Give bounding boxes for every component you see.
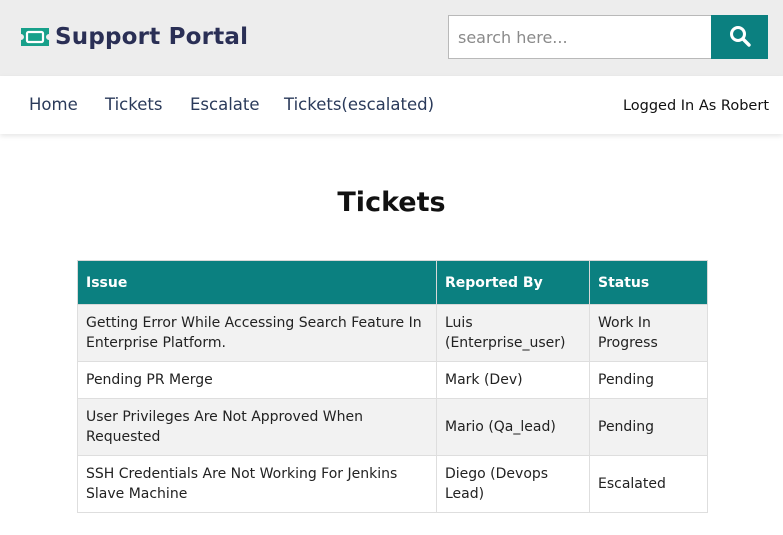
cell-reported-by: Mark (Dev) bbox=[436, 361, 590, 399]
cell-issue: SSH Credentials Are Not Working For Jenk… bbox=[77, 455, 437, 513]
ticket-icon bbox=[19, 26, 51, 48]
cell-issue: Getting Error While Accessing Search Fea… bbox=[77, 304, 437, 362]
cell-status: Work In Progress bbox=[589, 304, 708, 362]
search-input[interactable] bbox=[448, 15, 711, 59]
table-header-row: Issue Reported By Status bbox=[77, 260, 708, 305]
brand-title: Support Portal bbox=[55, 24, 249, 50]
cell-reported-by: Mario (Qa_lead) bbox=[436, 398, 590, 456]
search-button[interactable] bbox=[711, 15, 768, 59]
brand[interactable]: Support Portal bbox=[19, 22, 248, 52]
page-title: Tickets bbox=[337, 187, 446, 218]
column-header-reported-by: Reported By bbox=[436, 260, 590, 305]
column-header-issue: Issue bbox=[77, 260, 437, 305]
table-row[interactable]: Getting Error While Accessing Search Fea… bbox=[77, 304, 708, 362]
cell-status: Pending bbox=[589, 398, 708, 456]
table-row[interactable]: User Privileges Are Not Approved When Re… bbox=[77, 398, 708, 456]
search-icon bbox=[729, 25, 751, 50]
cell-issue: Pending PR Merge bbox=[77, 361, 437, 399]
cell-reported-by: Luis (Enterprise_user) bbox=[436, 304, 590, 362]
cell-issue: User Privileges Are Not Approved When Re… bbox=[77, 398, 437, 456]
cell-status: Escalated bbox=[589, 455, 708, 513]
cell-reported-by: Diego (Devops Lead) bbox=[436, 455, 590, 513]
nav-link-escalate[interactable]: Escalate bbox=[190, 95, 260, 115]
logged-in-user: Logged In As Robert bbox=[622, 98, 769, 114]
nav-link-tickets-escalated[interactable]: Tickets(escalated) bbox=[284, 95, 434, 115]
column-header-status: Status bbox=[589, 260, 708, 305]
tickets-table: Issue Reported By Status Getting Error W… bbox=[77, 260, 708, 513]
top-header: Support Portal bbox=[0, 0, 783, 76]
table-row[interactable]: Pending PR Merge Mark (Dev) Pending bbox=[77, 361, 708, 399]
nav-link-tickets[interactable]: Tickets bbox=[105, 95, 162, 115]
nav-link-home[interactable]: Home bbox=[29, 95, 78, 115]
main-nav: Home Tickets Escalate Tickets(escalated)… bbox=[0, 76, 783, 134]
table-row[interactable]: SSH Credentials Are Not Working For Jenk… bbox=[77, 455, 708, 513]
cell-status: Pending bbox=[589, 361, 708, 399]
